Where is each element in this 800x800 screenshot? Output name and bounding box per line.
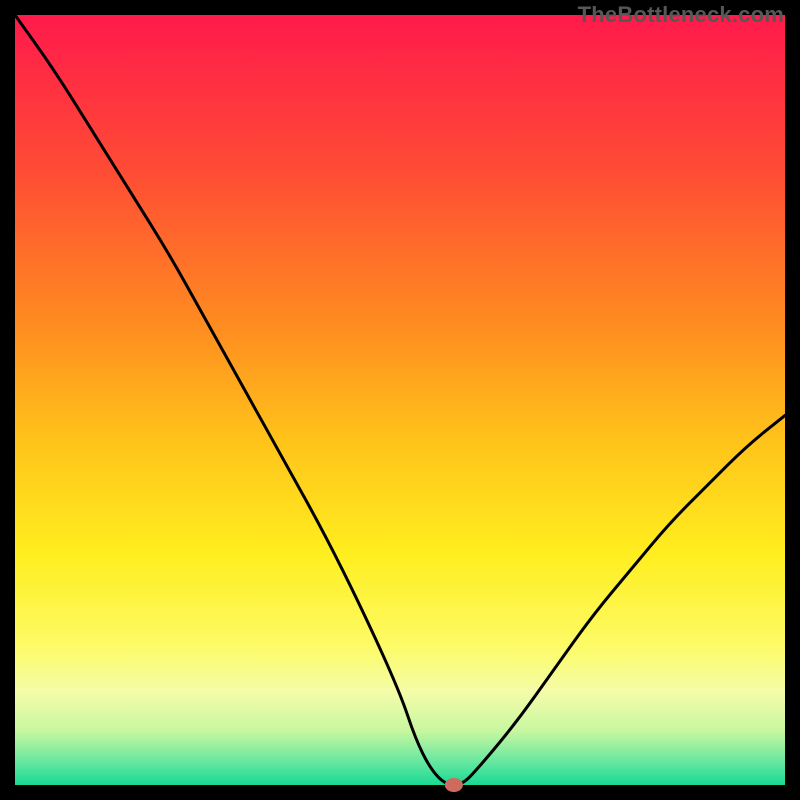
chart-gradient-background bbox=[15, 15, 785, 785]
chart-canvas bbox=[0, 0, 800, 800]
bottleneck-chart: TheBottleneck.com bbox=[0, 0, 800, 800]
optimal-point-marker bbox=[445, 778, 463, 792]
watermark-text: TheBottleneck.com bbox=[578, 2, 784, 28]
